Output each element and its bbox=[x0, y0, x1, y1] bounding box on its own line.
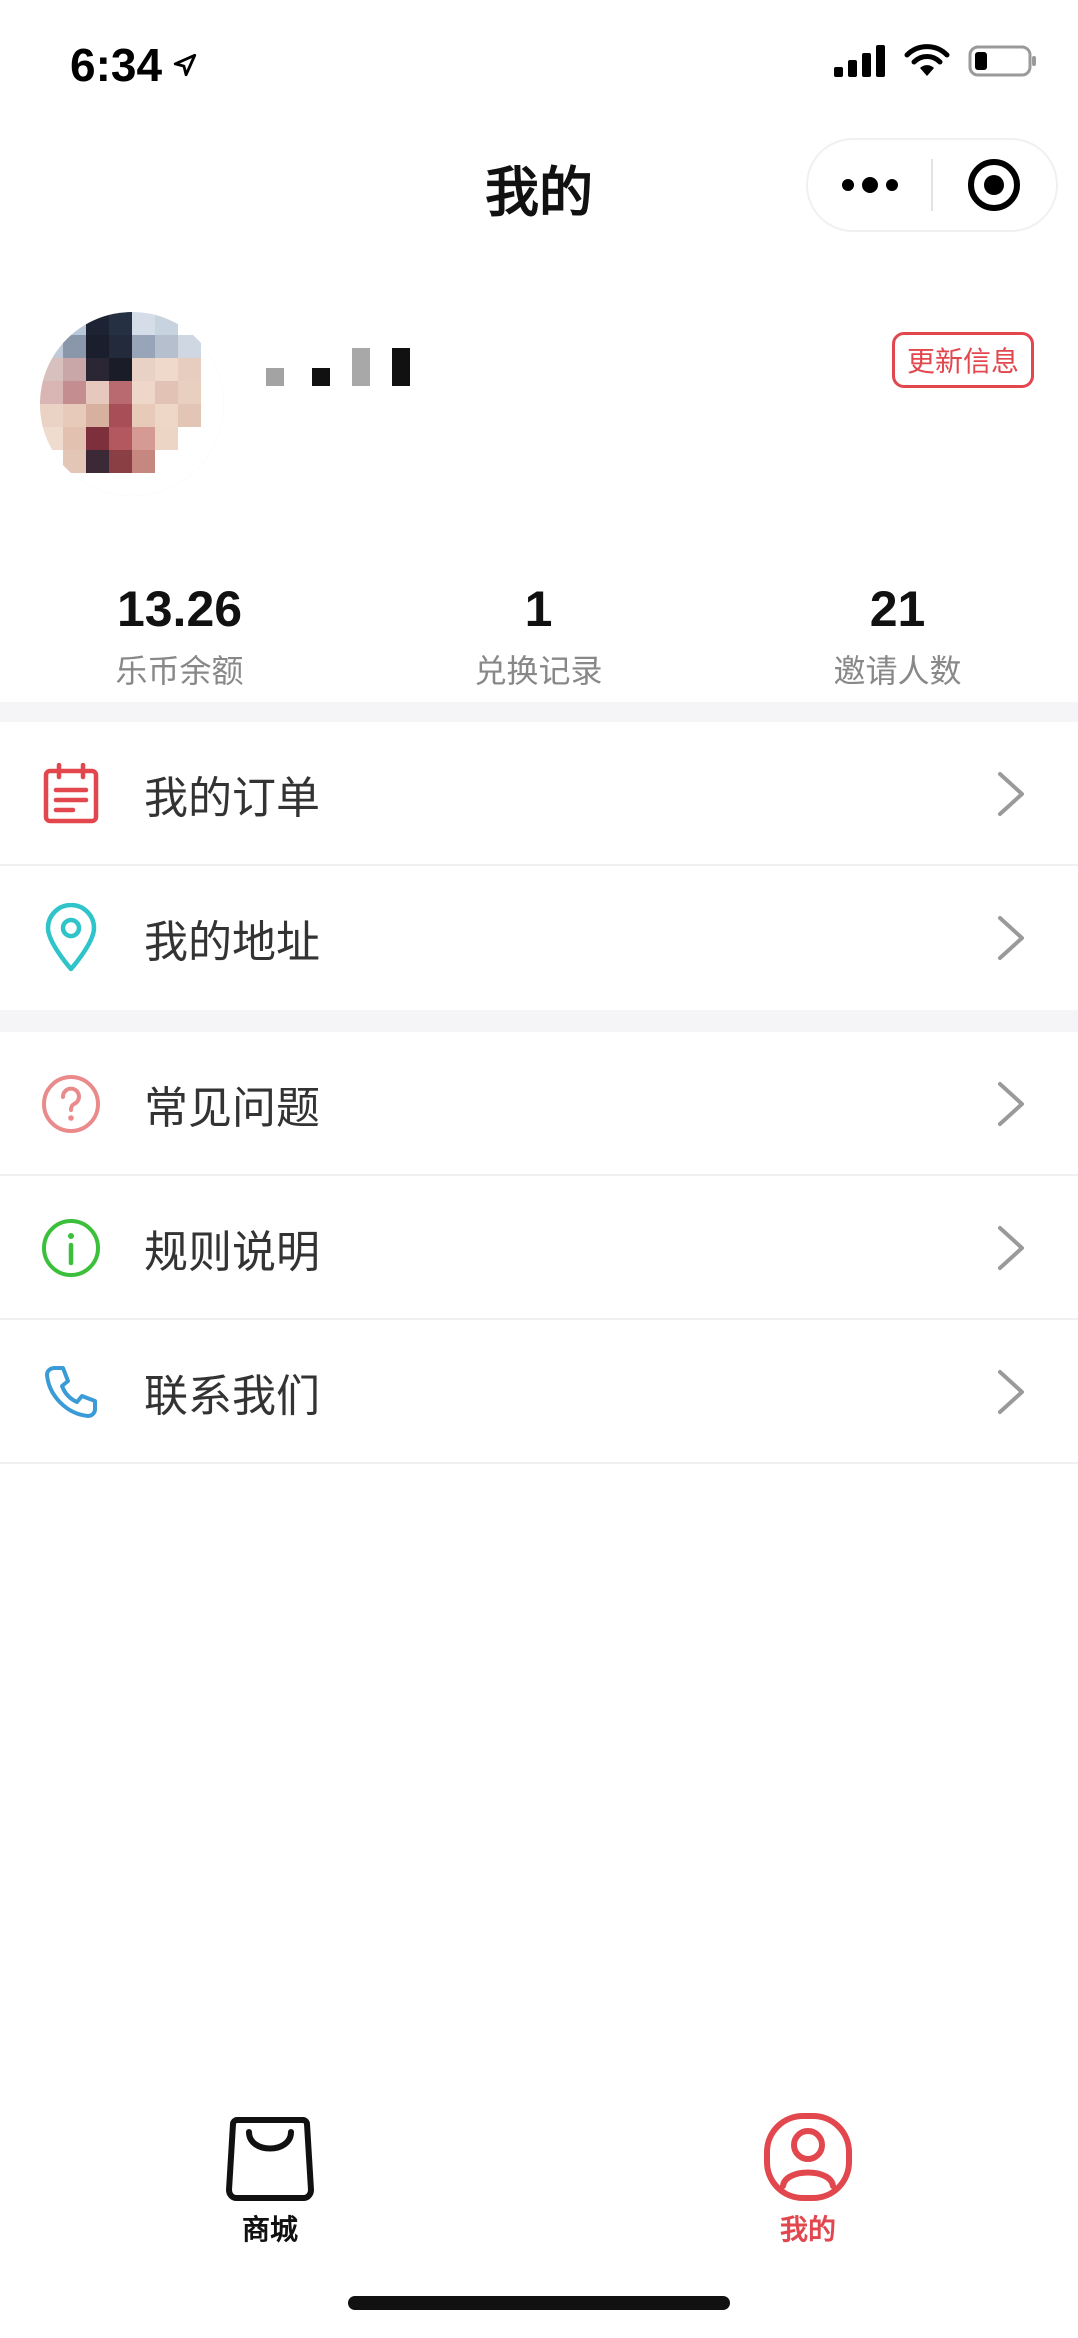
stat-balance[interactable]: 13.26 乐币余额 bbox=[0, 578, 359, 698]
stat-exchange-records[interactable]: 1 兑换记录 bbox=[359, 578, 718, 698]
nickname-mosaic-block bbox=[392, 348, 410, 386]
user-icon bbox=[764, 2113, 852, 2201]
menu-item-my-address[interactable]: 我的地址 bbox=[0, 866, 1078, 1010]
phone-icon bbox=[40, 1361, 102, 1423]
close-miniprogram-icon bbox=[968, 159, 1021, 211]
stat-label: 兑换记录 bbox=[474, 652, 603, 690]
menu-item-label: 联系我们 bbox=[144, 1371, 320, 1422]
shopping-bag-icon bbox=[226, 2117, 314, 2201]
menu-item-rules[interactable]: 规则说明 bbox=[0, 1176, 1078, 1320]
wifi-icon bbox=[904, 44, 950, 76]
page: 6:34 我的 更新信息 13.26 乐币余额 1 兑换记录 21 邀请人数 我… bbox=[0, 0, 1078, 2338]
stat-value: 1 bbox=[524, 581, 553, 637]
location-arrow-icon bbox=[173, 53, 197, 77]
stat-label: 邀请人数 bbox=[833, 652, 962, 690]
stat-value: 21 bbox=[869, 581, 926, 637]
stat-label: 乐币余额 bbox=[115, 652, 244, 690]
menu-item-label: 我的订单 bbox=[144, 773, 320, 824]
chevron-right-icon bbox=[998, 1370, 1024, 1414]
status-time: 6:34 bbox=[70, 39, 163, 91]
avatar[interactable] bbox=[40, 312, 224, 496]
order-list-icon bbox=[40, 763, 102, 825]
update-info-button[interactable]: 更新信息 bbox=[892, 332, 1034, 388]
stat-invited-count[interactable]: 21 邀请人数 bbox=[718, 578, 1077, 698]
status-time-group: 6:34 bbox=[70, 38, 198, 92]
nickname-mosaic-block bbox=[312, 368, 330, 386]
menu-item-my-orders[interactable]: 我的订单 bbox=[0, 722, 1078, 866]
status-bar: 6:34 bbox=[0, 0, 1078, 130]
tab-mall[interactable]: 商城 bbox=[200, 2112, 340, 2248]
tab-mine[interactable]: 我的 bbox=[738, 2112, 878, 2248]
chevron-right-icon bbox=[998, 1226, 1024, 1270]
nickname-mosaic-block bbox=[352, 348, 370, 386]
menu-item-label: 我的地址 bbox=[144, 917, 320, 968]
menu-item-contact-us[interactable]: 联系我们 bbox=[0, 1320, 1078, 1464]
miniprogram-capsule bbox=[806, 138, 1058, 232]
chevron-right-icon bbox=[998, 772, 1024, 816]
question-circle-icon bbox=[40, 1073, 102, 1135]
list-divider bbox=[0, 1462, 1078, 1464]
info-circle-icon bbox=[40, 1217, 102, 1279]
status-icons bbox=[834, 44, 1038, 78]
battery-icon bbox=[968, 45, 1036, 77]
signal-icon bbox=[834, 45, 885, 77]
avatar-pixelated-image bbox=[40, 312, 224, 496]
nickname-redacted bbox=[266, 344, 410, 386]
section-separator bbox=[0, 702, 1078, 722]
stat-value: 13.26 bbox=[116, 581, 243, 637]
close-miniprogram-button[interactable] bbox=[933, 140, 1056, 230]
nickname-mosaic-block bbox=[266, 368, 284, 386]
menu-item-label: 规则说明 bbox=[144, 1227, 320, 1278]
chevron-right-icon bbox=[998, 1082, 1024, 1126]
section-separator bbox=[0, 1010, 1078, 1032]
menu-item-faq[interactable]: 常见问题 bbox=[0, 1032, 1078, 1176]
location-pin-icon bbox=[40, 903, 102, 972]
chevron-right-icon bbox=[998, 916, 1024, 960]
stats-row: 13.26 乐币余额 1 兑换记录 21 邀请人数 bbox=[0, 578, 1078, 698]
tab-label: 我的 bbox=[779, 2213, 836, 2246]
menu-item-label: 常见问题 bbox=[144, 1083, 320, 1134]
home-indicator[interactable] bbox=[348, 2296, 730, 2310]
tab-label: 商城 bbox=[241, 2213, 298, 2246]
more-icon bbox=[841, 177, 898, 193]
more-button[interactable] bbox=[808, 140, 931, 230]
